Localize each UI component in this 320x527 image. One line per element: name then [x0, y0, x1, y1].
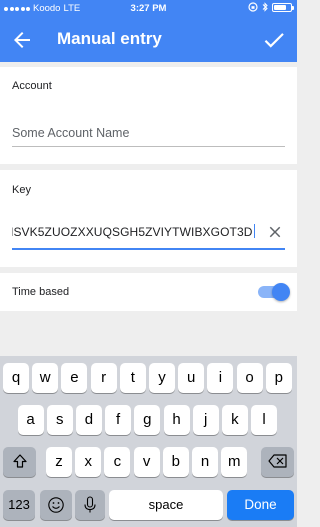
account-underline [12, 146, 285, 147]
key-n[interactable]: n [192, 447, 218, 477]
clear-icon[interactable] [266, 223, 284, 241]
key-p[interactable]: p [265, 363, 292, 393]
key-w[interactable]: w [32, 363, 59, 393]
key-m[interactable]: m [221, 447, 248, 477]
emoji-key[interactable] [40, 490, 72, 520]
key-y[interactable]: y [149, 363, 175, 393]
shift-icon [12, 454, 27, 468]
key-e[interactable]: e [61, 363, 88, 393]
key-k[interactable]: k [221, 405, 248, 435]
key-label: Key [12, 184, 31, 196]
save-check-icon[interactable] [261, 27, 287, 53]
app-bar: Manual entry [0, 18, 297, 62]
key-q[interactable]: q [3, 363, 29, 393]
keyboard: qwertyuiop asdfghjkl zxcvbnm 123 space D… [0, 356, 297, 527]
key-s[interactable]: s [46, 405, 73, 435]
key-underline [12, 248, 285, 250]
key-i[interactable]: i [207, 363, 234, 393]
status-bar: Koodo LTE 3:27 PM [0, 0, 297, 18]
microphone-icon [84, 496, 96, 513]
orientation-lock-icon [248, 2, 258, 12]
text-cursor [253, 224, 255, 238]
account-label: Account [12, 80, 52, 92]
key-section: Key MSVK5ZUOZXXUQSGH5ZVIYTWIBXGOT3D [0, 170, 297, 267]
status-right [248, 2, 294, 12]
emoji-icon [48, 497, 64, 513]
battery-icon [272, 2, 294, 12]
key-u[interactable]: u [178, 363, 205, 393]
key-b[interactable]: b [162, 447, 189, 477]
key-j[interactable]: j [192, 405, 219, 435]
top-bar: Koodo LTE 3:27 PM Manual entry [0, 0, 297, 62]
key-v[interactable]: v [133, 447, 160, 477]
delete-key[interactable] [261, 447, 294, 477]
key-l[interactable]: l [251, 405, 278, 435]
account-input[interactable]: Some Account Name [12, 126, 129, 140]
key-c[interactable]: c [104, 447, 131, 477]
key-d[interactable]: d [75, 405, 102, 435]
back-arrow-icon[interactable] [10, 28, 34, 52]
time-based-label: Time based [12, 286, 70, 298]
key-h[interactable]: h [163, 405, 190, 435]
page-title: Manual entry [57, 29, 162, 48]
key-x[interactable]: x [75, 447, 102, 477]
key-f[interactable]: f [105, 405, 132, 435]
space-key[interactable]: space [109, 490, 223, 520]
key-r[interactable]: r [90, 363, 117, 393]
numbers-key[interactable]: 123 [3, 490, 35, 520]
key-input-value: MSVK5ZUOZXXUQSGH5ZVIYTWIBXGOT3D [12, 225, 253, 239]
key-z[interactable]: z [46, 447, 72, 477]
dictation-key[interactable] [75, 490, 105, 520]
shift-key[interactable] [3, 447, 36, 477]
bluetooth-icon [262, 2, 268, 12]
key-t[interactable]: t [119, 363, 146, 393]
key-o[interactable]: o [236, 363, 263, 393]
key-input[interactable]: MSVK5ZUOZXXUQSGH5ZVIYTWIBXGOT3D [12, 224, 255, 242]
backspace-icon [267, 454, 287, 468]
key-g[interactable]: g [134, 405, 161, 435]
time-based-section: Time based [0, 273, 297, 311]
toggle-thumb[interactable] [272, 283, 290, 301]
account-section: Account Some Account Name [0, 67, 297, 164]
done-key[interactable]: Done [227, 490, 294, 520]
key-a[interactable]: a [17, 405, 44, 435]
